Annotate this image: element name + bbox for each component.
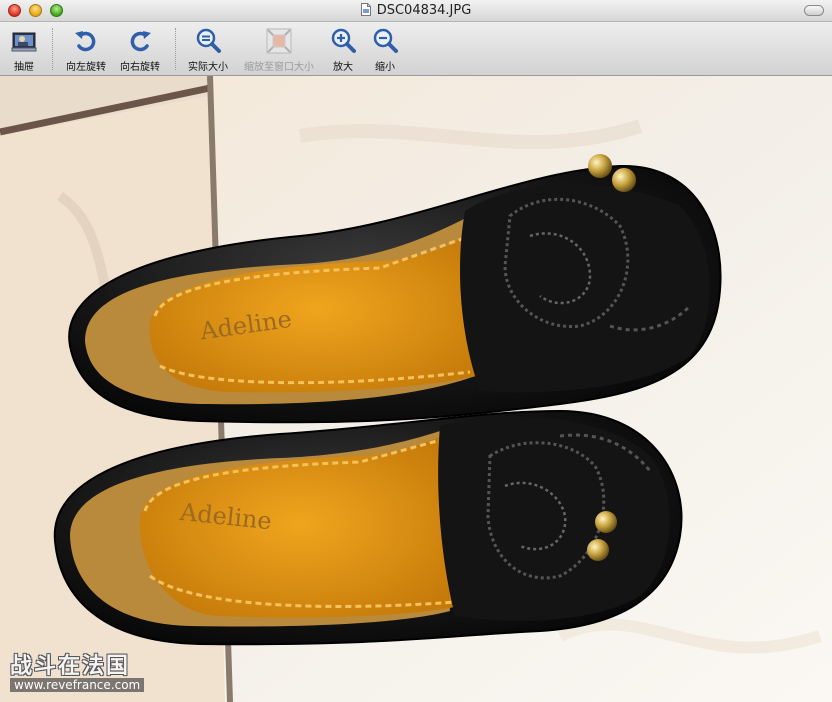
drawer-button[interactable]: 抽屉 (6, 27, 42, 73)
rotate-right-button[interactable]: 向右旋转 (116, 27, 164, 73)
actual-size-button[interactable]: 实际大小 (184, 27, 232, 73)
rotate-left-icon (75, 31, 96, 52)
watermark-url-text: www.revefrance.com (10, 678, 145, 692)
drawer-icon (11, 32, 37, 52)
toolbar-toggle-button[interactable] (804, 5, 824, 16)
zoom-to-fit-label: 缩放至窗口大小 (244, 62, 314, 73)
toolbar-separator (175, 28, 176, 70)
photo-shoes: Adeline Adeline (0, 76, 832, 702)
zoom-out-icon (373, 28, 398, 53)
rotate-right-icon (130, 31, 151, 52)
window-title-text: DSC04834.JPG (376, 3, 472, 18)
watermark: 战斗在法国 www.revefrance.com (10, 648, 145, 692)
zoom-out-button[interactable]: 缩小 (370, 27, 400, 73)
zoom-out-label: 缩小 (375, 62, 395, 73)
zoom-to-fit-icon (266, 28, 292, 54)
actual-size-icon (196, 28, 221, 53)
window-title: DSC04834.JPG (0, 3, 832, 18)
zoom-in-label: 放大 (333, 62, 353, 73)
drawer-label: 抽屉 (14, 62, 34, 73)
toolbar-separator (52, 28, 53, 70)
toolbar: 抽屉 向左旋转 向右旋转 实际大小 缩放至窗口大小 放大 缩小 (0, 22, 832, 76)
zoom-to-fit-button[interactable]: 缩放至窗口大小 (240, 27, 318, 73)
document-icon (360, 3, 371, 16)
title-bar: DSC04834.JPG (0, 0, 832, 22)
rotate-left-label: 向左旋转 (66, 62, 106, 73)
zoom-in-icon (331, 28, 356, 53)
rotate-left-button[interactable]: 向左旋转 (62, 27, 110, 73)
actual-size-label: 实际大小 (188, 62, 228, 73)
rotate-right-label: 向右旋转 (120, 62, 160, 73)
image-canvas[interactable]: Adeline Adeline 战斗在法国 www.revefrance.com (0, 76, 832, 702)
preview-window: DSC04834.JPG 抽屉 向左旋转 向右旋转 实际大小 缩放至窗口大小 放… (0, 0, 832, 702)
watermark-chinese-text: 战斗在法国 (10, 654, 131, 679)
zoom-in-button[interactable]: 放大 (328, 27, 358, 73)
